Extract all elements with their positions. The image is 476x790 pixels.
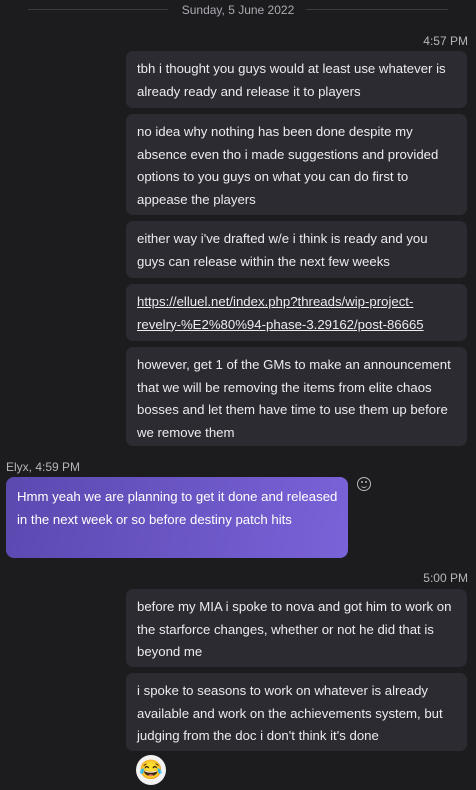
- outgoing-message[interactable]: tbh i thought you guys would at least us…: [126, 51, 467, 108]
- timestamp: 5:00 PM: [423, 571, 468, 585]
- date-divider-left: [28, 9, 168, 10]
- outgoing-message[interactable]: however, get 1 of the GMs to make an ann…: [126, 347, 467, 446]
- outgoing-message[interactable]: i spoke to seasons to work on whatever i…: [126, 673, 467, 751]
- outgoing-message[interactable]: https://elluel.net/index.php?threads/wip…: [126, 284, 467, 341]
- outgoing-message[interactable]: no idea why nothing has been done despit…: [126, 114, 467, 215]
- message-link[interactable]: https://elluel.net/index.php?threads/wip…: [137, 294, 424, 332]
- add-reaction-icon[interactable]: [357, 477, 371, 491]
- timestamp: 4:57 PM: [423, 34, 468, 48]
- date-divider-right: [306, 9, 448, 10]
- date-separator: Sunday, 5 June 2022: [0, 0, 476, 20]
- reaction-emoji-icon[interactable]: 😂: [136, 755, 166, 785]
- incoming-message[interactable]: Hmm yeah we are planning to get it done …: [6, 477, 348, 558]
- date-label: Sunday, 5 June 2022: [181, 3, 295, 17]
- outgoing-message[interactable]: either way i've drafted w/e i think is r…: [126, 221, 467, 278]
- outgoing-message[interactable]: before my MIA i spoke to nova and got hi…: [126, 589, 467, 667]
- sender-name-time: Elyx, 4:59 PM: [6, 460, 81, 474]
